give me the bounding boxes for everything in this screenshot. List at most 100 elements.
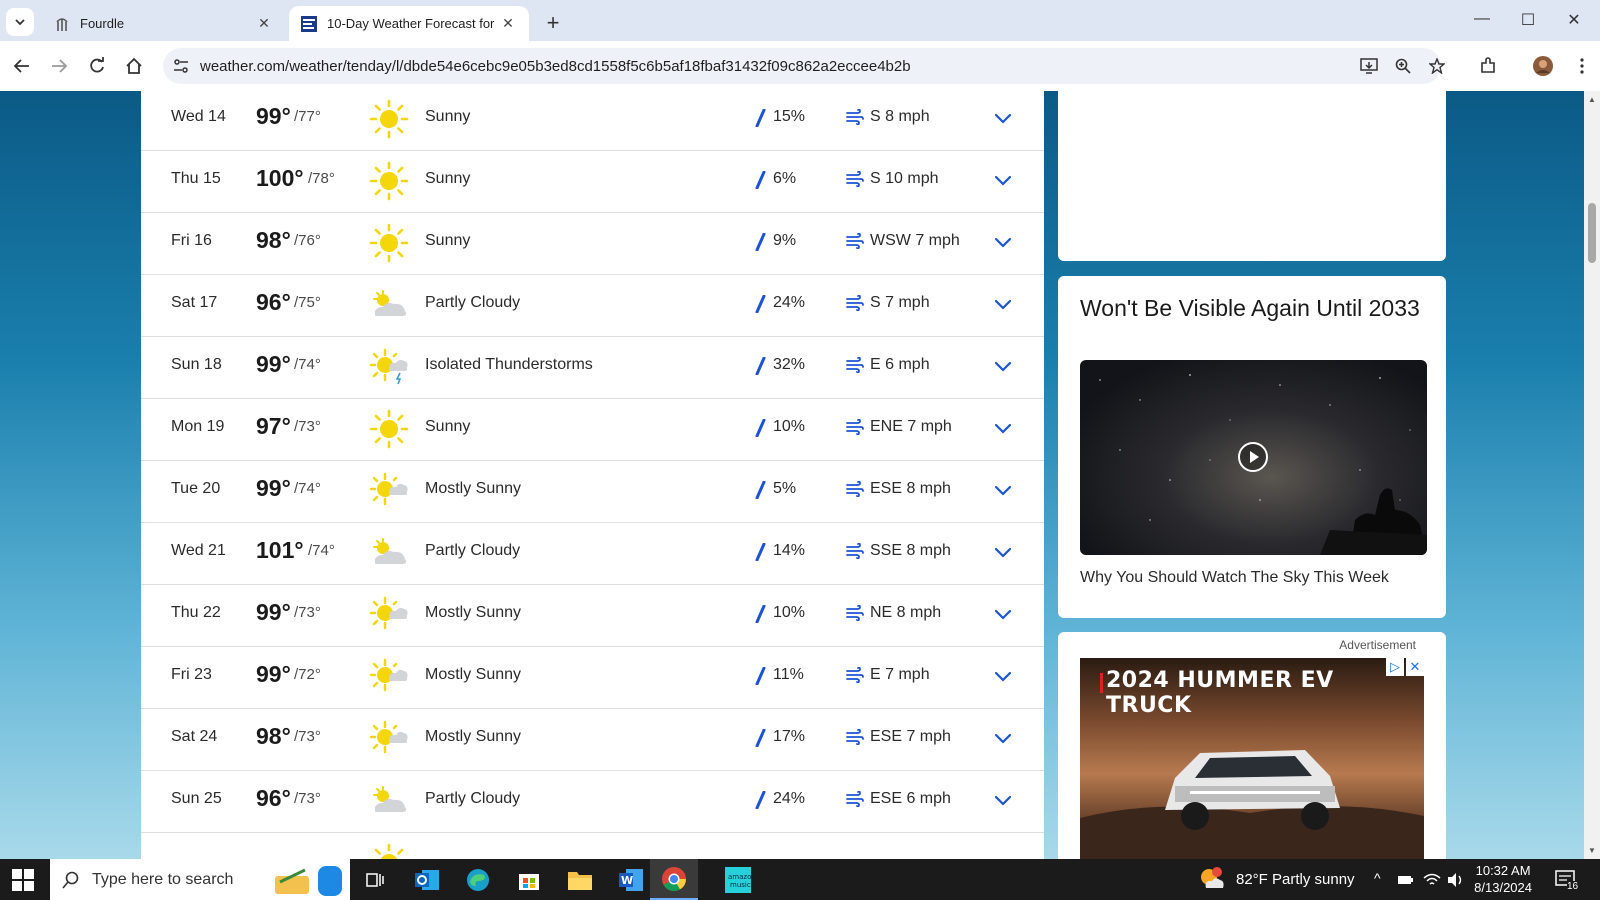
- forecast-row[interactable]: Fri 16 98° /76° Sunny 9% WSW 7 mph: [141, 212, 1044, 275]
- address-bar[interactable]: weather.com/weather/tenday/l/dbde54e6ceb…: [163, 48, 1445, 84]
- expand-chevron-icon[interactable]: [993, 480, 1013, 500]
- forecast-row[interactable]: Fri 23 99° /72° Mostly Sunny 11% E 7 mph: [141, 646, 1044, 709]
- weather-partly-sunny-icon[interactable]: [1198, 866, 1226, 892]
- outlook-icon[interactable]: [411, 864, 443, 896]
- forecast-condition: Isolated Thunderstorms: [425, 356, 593, 373]
- video-story-card[interactable]: Won't Be Visible Again Until 2033 Why Yo…: [1058, 276, 1446, 618]
- ad-close-icon[interactable]: ✕: [1406, 658, 1424, 676]
- hummer-ad[interactable]: 2024 HUMMER EV TRUCK ▷ ✕: [1080, 658, 1424, 859]
- new-tab-button[interactable]: +: [541, 10, 565, 36]
- taskbar-weather-text[interactable]: 82°F Partly sunny: [1236, 871, 1355, 888]
- forecast-row-partial[interactable]: [141, 832, 1044, 859]
- forecast-low-temp: /76°: [294, 232, 321, 249]
- forecast-low-temp: /73°: [294, 790, 321, 807]
- expand-chevron-icon[interactable]: [993, 790, 1013, 810]
- scroll-up-icon[interactable]: ▲: [1588, 95, 1596, 104]
- forecast-wind: E 6 mph: [870, 356, 930, 373]
- partly-cloudy-icon: [369, 781, 409, 821]
- forecast-precip: 9%: [773, 232, 797, 249]
- story-headline[interactable]: Won't Be Visible Again Until 2033: [1080, 296, 1430, 320]
- tab-search-button[interactable]: [6, 8, 34, 36]
- forecast-row[interactable]: Sun 25 96° /73° Partly Cloudy 24% ESE 6 …: [141, 770, 1044, 833]
- forecast-row[interactable]: Thu 22 99° /73° Mostly Sunny 10% NE 8 mp…: [141, 584, 1044, 647]
- forecast-low-temp: /74°: [294, 356, 321, 373]
- amazon-music-icon[interactable]: amazonmusic: [722, 864, 754, 896]
- precip-drop-icon: [754, 170, 766, 190]
- expand-chevron-icon[interactable]: [993, 728, 1013, 748]
- install-app-icon[interactable]: [1359, 56, 1379, 76]
- back-icon[interactable]: [10, 54, 34, 78]
- volume-icon[interactable]: [1447, 872, 1465, 888]
- bookmark-star-icon[interactable]: [1427, 56, 1447, 76]
- forecast-row[interactable]: Sun 18 99° /74° Isolated Thunderstorms 3…: [141, 336, 1044, 399]
- expand-chevron-icon[interactable]: [993, 542, 1013, 562]
- sunny-icon: [369, 161, 409, 201]
- minimize-icon[interactable]: —: [1462, 10, 1502, 28]
- play-icon[interactable]: [1237, 441, 1269, 473]
- site-settings-icon[interactable]: [171, 56, 191, 76]
- tab-fourdle[interactable]: Fourdle ✕: [42, 6, 285, 41]
- chrome-taskbar-icon[interactable]: [650, 859, 698, 900]
- forward-icon[interactable]: [47, 54, 71, 78]
- window-close-icon[interactable]: ✕: [1554, 10, 1594, 30]
- forecast-day: Mon 19: [171, 418, 225, 435]
- forecast-precip: 5%: [773, 480, 797, 497]
- expand-chevron-icon[interactable]: [993, 604, 1013, 624]
- maximize-icon[interactable]: ☐: [1508, 10, 1548, 30]
- expand-chevron-icon[interactable]: [993, 170, 1013, 190]
- wind-icon: [846, 294, 864, 312]
- scroll-down-icon[interactable]: ▼: [1588, 846, 1596, 855]
- home-icon[interactable]: [122, 54, 146, 78]
- system-clock[interactable]: 10:32 AM 8/13/2024: [1474, 862, 1532, 896]
- expand-chevron-icon[interactable]: [993, 108, 1013, 128]
- sidebar-card-top: [1058, 91, 1446, 261]
- expand-chevron-icon[interactable]: [993, 232, 1013, 252]
- task-view-icon[interactable]: [359, 864, 391, 896]
- wifi-icon[interactable]: [1423, 872, 1441, 888]
- menu-icon[interactable]: [1570, 54, 1594, 78]
- sunny-icon: [369, 843, 409, 859]
- microsoft-store-icon[interactable]: [513, 864, 545, 896]
- wind-icon: [846, 790, 864, 808]
- expand-chevron-icon[interactable]: [993, 666, 1013, 686]
- forecast-row[interactable]: Tue 20 99° /74° Mostly Sunny 5% ESE 8 mp…: [141, 460, 1044, 523]
- browser-toolbar: weather.com/weather/tenday/l/dbde54e6ceb…: [0, 41, 1600, 92]
- battery-icon[interactable]: [1398, 874, 1414, 886]
- expand-chevron-icon[interactable]: [993, 356, 1013, 376]
- forecast-condition: Mostly Sunny: [425, 604, 522, 621]
- mostly-sunny-icon: [369, 719, 409, 759]
- edge-icon[interactable]: [462, 864, 494, 896]
- show-hidden-icons-icon[interactable]: ^: [1374, 870, 1381, 886]
- video-thumbnail[interactable]: [1080, 360, 1427, 555]
- file-explorer-icon[interactable]: [564, 864, 596, 896]
- search-highlight-icon: [275, 866, 342, 896]
- forecast-row[interactable]: Wed 21 101° /74° Partly Cloudy 14% SSE 8…: [141, 522, 1044, 585]
- tab-title: 10-Day Weather Forecast for Fo: [327, 16, 499, 31]
- extensions-icon[interactable]: [1476, 54, 1500, 78]
- word-icon[interactable]: W: [615, 864, 647, 896]
- forecast-wind: ENE 7 mph: [870, 418, 952, 435]
- reload-icon[interactable]: [85, 54, 109, 78]
- story-caption[interactable]: Why You Should Watch The Sky This Week: [1080, 569, 1389, 587]
- expand-chevron-icon[interactable]: [993, 294, 1013, 314]
- forecast-row[interactable]: Sat 17 96° /75° Partly Cloudy 24% S 7 mp…: [141, 274, 1044, 337]
- forecast-condition: Sunny: [425, 418, 471, 435]
- forecast-high-temp: 96°: [256, 289, 291, 315]
- close-icon[interactable]: ✕: [255, 15, 273, 32]
- tab-weather[interactable]: 10-Day Weather Forecast for Fo ✕: [289, 6, 529, 41]
- zoom-icon[interactable]: [1393, 56, 1413, 76]
- close-icon[interactable]: ✕: [499, 15, 517, 32]
- forecast-row[interactable]: Mon 19 97° /73° Sunny 10% ENE 7 mph: [141, 398, 1044, 461]
- windows-start-icon[interactable]: [12, 869, 34, 891]
- adchoices-icon[interactable]: ▷: [1386, 658, 1404, 676]
- taskbar-search[interactable]: Type here to search: [50, 859, 350, 900]
- page-scrollbar[interactable]: ▲ ▼: [1584, 91, 1600, 859]
- expand-chevron-icon[interactable]: [993, 418, 1013, 438]
- forecast-row[interactable]: Wed 14 99° /77° Sunny 15% S 8 mph: [141, 91, 1044, 151]
- profile-avatar[interactable]: [1531, 54, 1555, 78]
- forecast-wind: E 7 mph: [870, 666, 930, 683]
- advertisement-label: Advertisement: [1339, 638, 1416, 652]
- forecast-row[interactable]: Thu 15 100° /78° Sunny 6% S 10 mph: [141, 150, 1044, 213]
- scrollbar-thumb[interactable]: [1588, 203, 1596, 263]
- forecast-row[interactable]: Sat 24 98° /73° Mostly Sunny 17% ESE 7 m…: [141, 708, 1044, 771]
